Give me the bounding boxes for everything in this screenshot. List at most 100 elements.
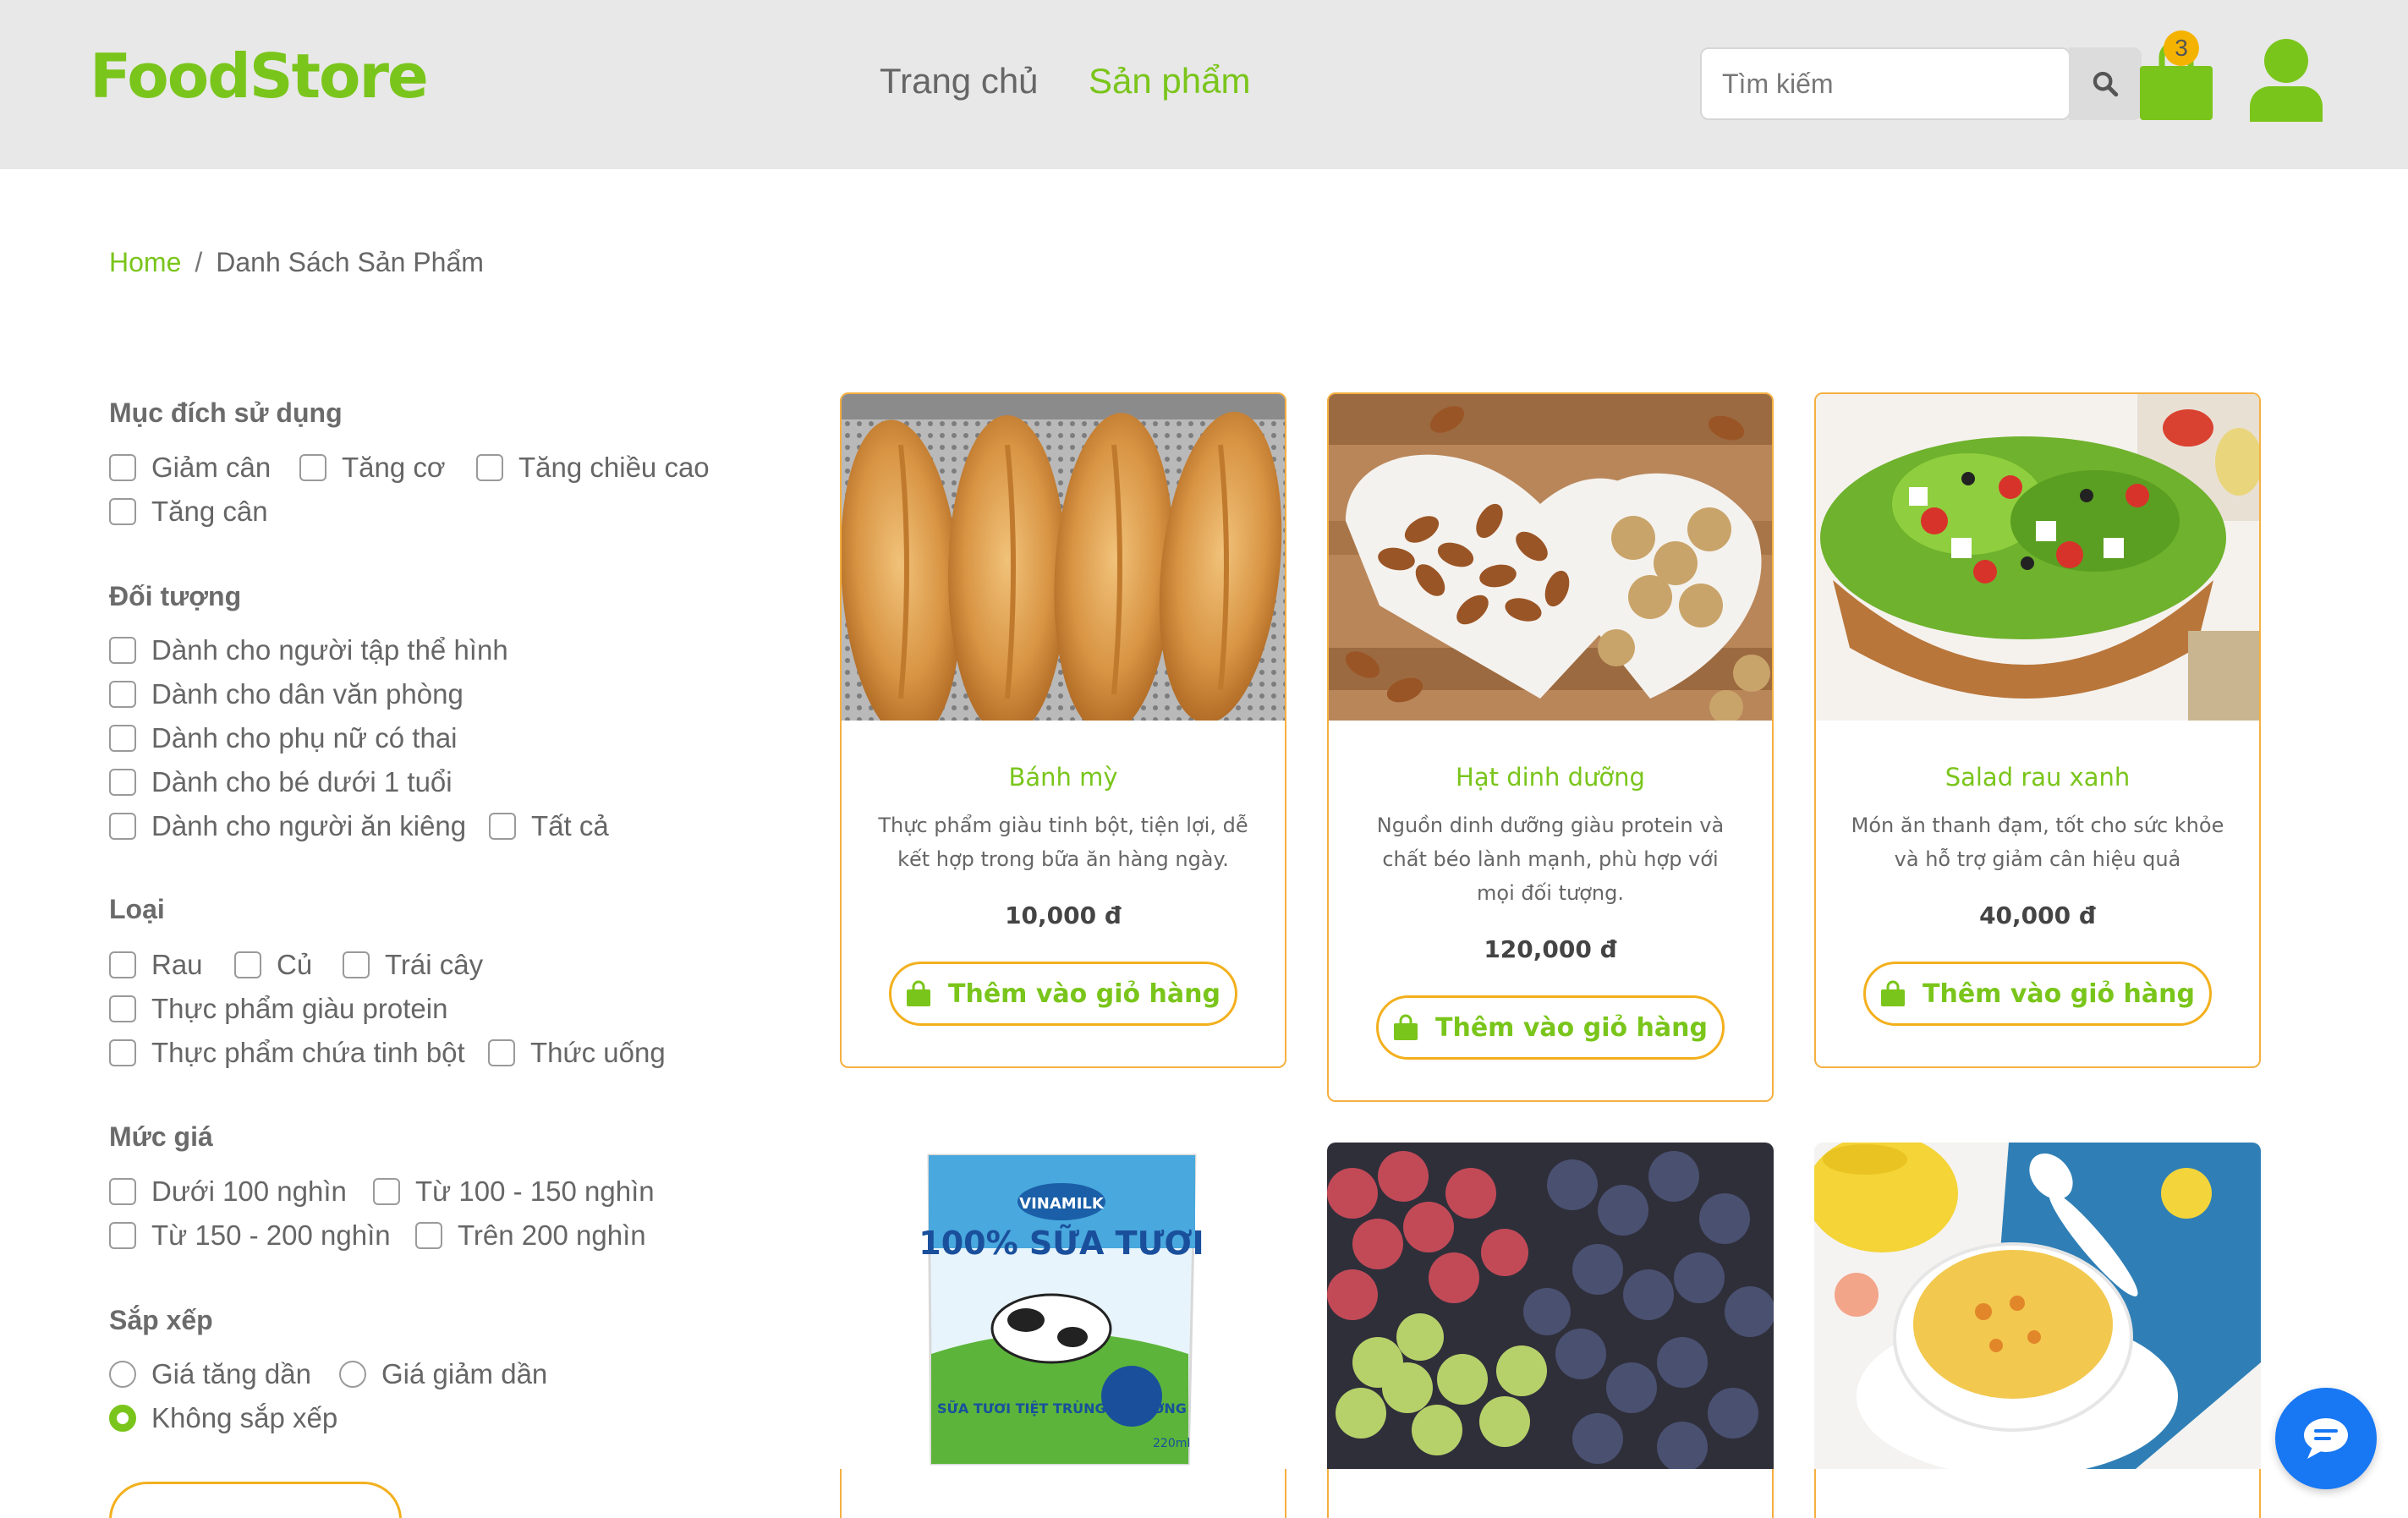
card-border [1814,1469,1816,1518]
radio-button-checked[interactable] [109,1405,136,1432]
add-to-cart-button[interactable]: Thêm vào giỏ hàng [1863,962,2212,1026]
add-to-cart-label: Thêm vào giỏ hàng [1435,1012,1708,1043]
product-image-bread[interactable] [842,394,1285,721]
filter-option-label: Rau [151,949,203,980]
shopping-bag-icon [1881,980,1905,1006]
filter-option-label: Tăng cơ [342,452,446,483]
checkbox[interactable] [109,951,136,978]
checkbox[interactable] [109,769,136,796]
filter-option[interactable]: Dành cho phụ nữ có thai [109,722,458,754]
checkbox[interactable] [109,498,136,525]
nav-home-link[interactable]: Trang chủ [880,61,1039,101]
product-name[interactable]: Bánh mỳ [842,763,1285,792]
filter-option[interactable]: Dành cho người tập thể hình [109,634,508,666]
breadcrumb: Home / Danh Sách Sản Phẩm [109,247,484,278]
filter-option[interactable]: Từ 100 - 150 nghìn [373,1175,655,1208]
checkbox[interactable] [109,1039,136,1066]
checkbox[interactable] [109,454,136,481]
filter-option[interactable]: Tăng chiều cao [476,452,710,484]
filter-option[interactable]: Dành cho bé dưới 1 tuổi [109,766,453,798]
shopping-bag-icon [1394,1014,1418,1040]
filter-option-label: Từ 100 - 150 nghìn [415,1175,655,1207]
checkbox[interactable] [415,1222,442,1249]
filter-option[interactable]: Rau [109,949,203,981]
product-image-salad[interactable] [1816,394,2259,721]
milk-headline-text: 100% SỮA TƯƠI [919,1225,1204,1262]
user-account-icon[interactable] [2248,37,2324,122]
nav-products-link[interactable]: Sản phẩm [1089,61,1250,101]
filter-option-label: Củ [277,949,313,980]
sort-option[interactable]: Giá giảm dần [339,1358,547,1390]
filter-option[interactable]: Trái cây [343,949,483,981]
checkbox[interactable] [373,1178,400,1205]
breadcrumb-separator: / [195,247,203,277]
filter-option[interactable]: Tất cả [489,810,609,842]
product-card[interactable]: Bánh mỳ Thực phẩm giàu tinh bột, tiện lợ… [840,392,1286,1068]
filter-title-price: Mức giá [109,1121,213,1152]
product-image-nuts[interactable] [1329,394,1772,721]
search-button[interactable] [2069,47,2142,120]
product-description: Món ăn thanh đạm, tốt cho sức khỏe và hỗ… [1851,814,2224,871]
checkbox[interactable] [109,1178,136,1205]
product-card[interactable]: Hạt dinh dưỡng Nguồn dinh dưỡng giàu pro… [1327,392,1774,1102]
filter-option[interactable]: Dưới 100 nghìn [109,1175,347,1208]
filter-option[interactable]: Thức uống [488,1037,666,1069]
checkbox[interactable] [489,813,516,840]
product-image-milk[interactable]: VINAMILK 100% SỮA TƯƠI SỮA TƯƠI TIỆT TRÙ… [840,1143,1286,1469]
product-image-porridge[interactable] [1814,1143,2261,1469]
checkbox[interactable] [109,1222,136,1249]
checkbox[interactable] [109,725,136,752]
top-header: FoodStore Trang chủ Sản phẩm 3 [0,0,2408,169]
search-input[interactable] [1700,47,2071,120]
search-icon [2093,71,2119,97]
checkbox[interactable] [234,951,261,978]
sort-option[interactable]: Giá tăng dần [109,1358,311,1390]
filter-option-label: Thực phẩm chứa tinh bột [151,1037,465,1068]
checkbox[interactable] [109,995,136,1022]
sort-option-selected[interactable]: Không sắp xếp [109,1402,337,1434]
breadcrumb-home-link[interactable]: Home [109,247,181,278]
chat-widget-button[interactable] [2275,1388,2377,1489]
filter-option[interactable]: Từ 150 - 200 nghìn [109,1219,391,1252]
filter-option[interactable]: Dành cho người ăn kiêng [109,810,466,842]
sort-option-label: Giá tăng dần [151,1358,311,1389]
filter-option-label: Tăng cân [151,496,268,527]
checkbox[interactable] [299,454,326,481]
radio-button[interactable] [109,1361,136,1388]
checkbox[interactable] [476,454,503,481]
filter-option-label: Tăng chiều cao [518,452,710,483]
filter-option-label: Thức uống [530,1037,666,1068]
filter-option[interactable]: Thực phẩm giàu protein [109,993,447,1025]
product-card[interactable]: VINAMILK 100% SỮA TƯƠI SỮA TƯƠI TIỆT TRÙ… [840,1143,1286,1518]
chat-bubble-icon [2304,1418,2348,1459]
checkbox[interactable] [343,951,370,978]
product-card[interactable] [1814,1143,2261,1518]
add-to-cart-button[interactable]: Thêm vào giỏ hàng [1376,995,1725,1060]
product-description: Thực phẩm giàu tinh bột, tiện lợi, dễ kế… [878,814,1248,871]
filter-option-label: Dành cho bé dưới 1 tuổi [151,766,453,797]
filter-option[interactable]: Tăng cân [109,496,268,528]
product-card[interactable] [1327,1143,1774,1518]
radio-button[interactable] [339,1361,366,1388]
product-name[interactable]: Salad rau xanh [1816,763,2259,792]
filter-option[interactable]: Trên 200 nghìn [415,1219,646,1252]
filter-option[interactable]: Giảm cân [109,452,271,484]
add-to-cart-button[interactable]: Thêm vào giỏ hàng [889,962,1237,1026]
filter-option-label: Dành cho người ăn kiêng [151,810,467,841]
filter-option[interactable]: Củ [234,949,312,981]
filter-option[interactable]: Thực phẩm chứa tinh bột [109,1037,465,1069]
filter-option[interactable]: Dành cho dân văn phòng [109,678,463,710]
product-image-grapes[interactable] [1327,1143,1774,1469]
product-name[interactable]: Hạt dinh dưỡng [1329,763,1772,792]
site-logo[interactable]: FoodStore [90,41,429,112]
filter-option-label: Tất cả [531,810,609,841]
checkbox[interactable] [109,637,136,664]
apply-filter-button[interactable] [109,1482,402,1518]
filter-option-label: Giảm cân [151,452,272,483]
checkbox[interactable] [109,681,136,708]
milk-brand-text: VINAMILK [1019,1195,1105,1213]
checkbox[interactable] [488,1039,515,1066]
product-card[interactable]: Salad rau xanh Món ăn thanh đạm, tốt cho… [1814,392,2261,1068]
filter-option[interactable]: Tăng cơ [299,452,446,484]
checkbox[interactable] [109,813,136,840]
